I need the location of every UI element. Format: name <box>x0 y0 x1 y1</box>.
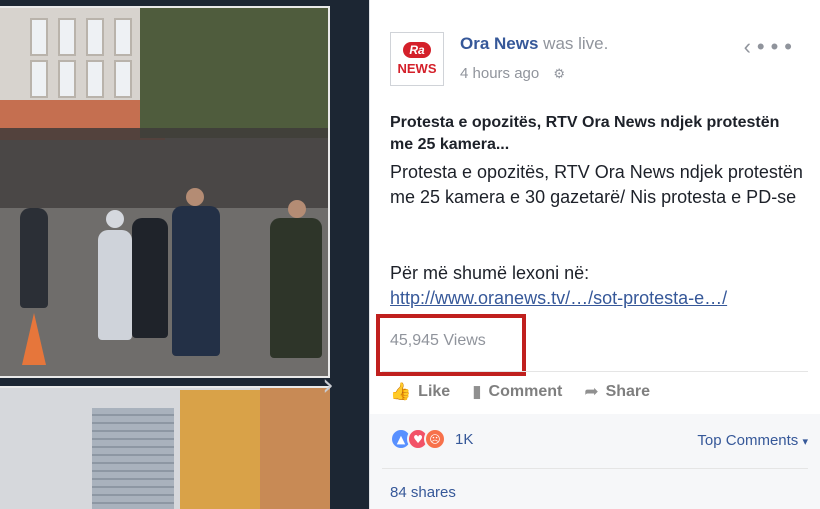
comment-button[interactable]: ▮ Comment <box>472 382 562 402</box>
video-frame-protest <box>0 6 330 378</box>
like-button[interactable]: 👍 Like <box>390 382 450 402</box>
divider <box>382 468 808 469</box>
thumbs-up-icon: 👍 <box>390 382 412 402</box>
logo-mark: Ra <box>403 42 431 58</box>
share-count-link[interactable]: 84 shares <box>390 484 456 501</box>
post-link[interactable]: http://www.oranews.tv/…/sot-protesta-e…/ <box>390 286 727 311</box>
share-button[interactable]: ➦ Share <box>584 382 650 402</box>
action-bar: 👍 Like ▮ Comment ➦ Share <box>390 378 650 406</box>
header-controls: ‹••• <box>744 34 798 60</box>
share-arrow-icon: ➦ <box>584 382 599 402</box>
more-dots-icon[interactable]: ••• <box>757 34 798 59</box>
live-video-player[interactable]: › <box>0 0 369 509</box>
divider <box>382 371 808 372</box>
top-comments-label: Top Comments <box>697 432 799 449</box>
post-more-text: Për më shumë lexoni në: <box>390 263 590 283</box>
page-name-link[interactable]: Ora News <box>460 34 538 53</box>
comment-icon: ▮ <box>472 382 482 402</box>
angry-reaction-icon: ☹ <box>424 428 446 450</box>
reaction-count[interactable]: 1K <box>455 431 473 448</box>
chevron-down-icon: ▾ <box>802 436 808 448</box>
page-avatar[interactable]: Ra NEWS <box>390 32 444 86</box>
post-title: Protesta e opozitës, RTV Ora News ndjek … <box>390 114 780 153</box>
reaction-summary[interactable]: ▲ ♥ ☹ 1K <box>390 428 473 450</box>
share-label: Share <box>605 383 651 400</box>
post-timestamp[interactable]: 4 hours ago <box>460 65 539 82</box>
logo-text: NEWS <box>397 61 437 76</box>
comment-label: Comment <box>488 383 563 400</box>
post-body: Protesta e opozitës, RTV Ora News ndjek … <box>390 162 803 207</box>
chevron-right-icon[interactable]: › <box>322 368 334 403</box>
view-count: 45,945 Views <box>390 332 486 349</box>
top-comments-dropdown[interactable]: Top Comments ▾ <box>697 432 808 449</box>
live-status: was live. <box>543 34 609 53</box>
post-author-line: Ora News was live. <box>460 34 608 54</box>
chevron-left-icon[interactable]: ‹ <box>744 34 757 59</box>
globe-icon[interactable]: ⚙ <box>553 66 565 82</box>
post-panel: Ra NEWS Ora News was live. 4 hours ago ⚙… <box>369 0 820 509</box>
traffic-cone-image <box>22 313 46 365</box>
post-meta: 4 hours ago ⚙ <box>460 65 565 82</box>
video-frame-city <box>0 386 330 509</box>
like-label: Like <box>418 383 451 400</box>
